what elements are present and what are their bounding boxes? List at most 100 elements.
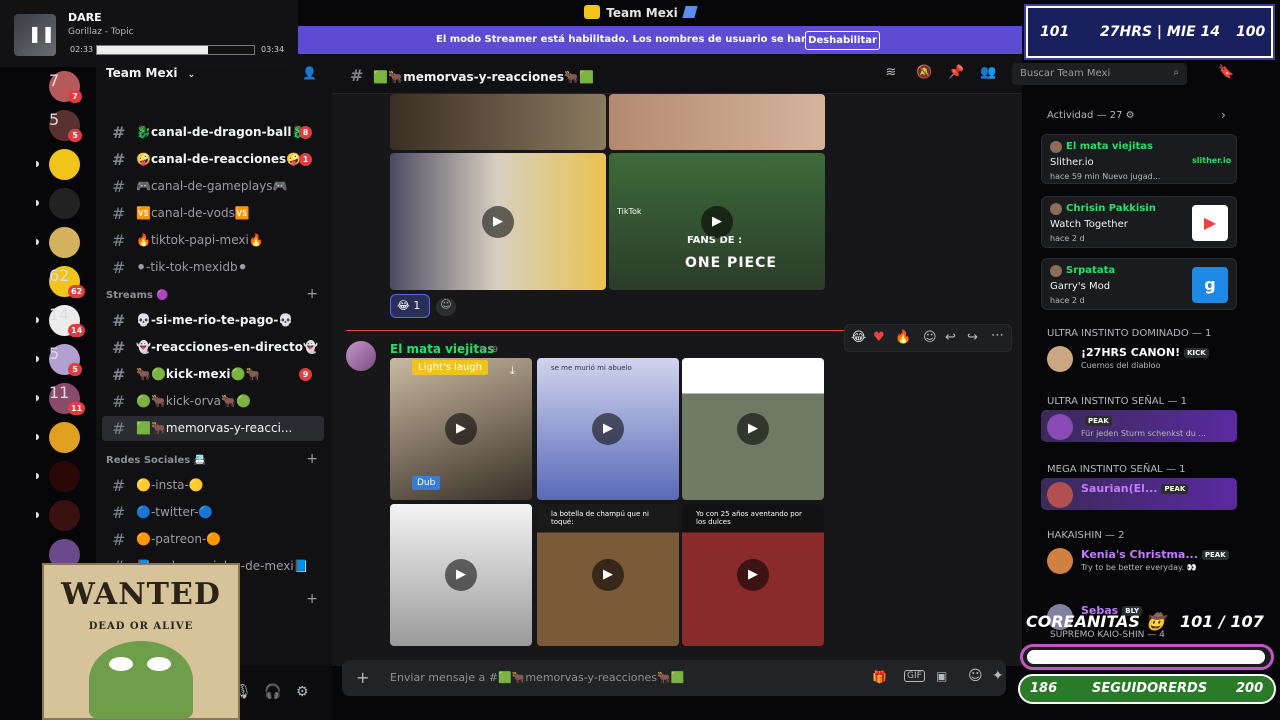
download-icon[interactable]: ⤓ xyxy=(510,364,515,378)
activity-user: El mata viejitas xyxy=(1066,141,1153,152)
heart-reaction-icon[interactable]: ♥ xyxy=(873,330,885,345)
server-header[interactable]: Team Mexi ⌄ xyxy=(106,66,195,80)
progress-bar[interactable] xyxy=(96,45,255,55)
channel-item[interactable]: # 🎮canal-de-gameplays🎮 xyxy=(102,174,324,199)
reaction-count: 1 xyxy=(413,299,421,312)
media-attachment[interactable]: ▶ Yo con 25 años aventando por los dulces xyxy=(682,504,824,646)
settings-gear-icon[interactable]: ⚙ xyxy=(296,684,309,700)
channel-badge: 8 xyxy=(299,126,312,139)
channel-item[interactable]: # 🐂🟢kick-mexi🟢🐂 9 xyxy=(102,362,324,387)
channel-item[interactable]: # 🆚canal-de-vods🆚 xyxy=(102,201,324,226)
hash-icon: # xyxy=(112,177,126,196)
apps-icon[interactable]: ✦ xyxy=(992,668,1004,684)
avatar xyxy=(1047,482,1073,508)
media-tag: Light's laugh xyxy=(412,360,489,375)
sticker-icon[interactable]: ▣ xyxy=(936,669,947,683)
disable-streamer-button[interactable]: Deshabilitar xyxy=(805,31,880,50)
media-attachment[interactable]: ▶ xyxy=(390,504,532,646)
members-icon[interactable]: 👥 xyxy=(980,66,996,80)
server-icon[interactable] xyxy=(49,227,80,258)
media-attachment[interactable]: ▶ la botella de champú que ni toqué: xyxy=(537,504,679,646)
message-author[interactable]: El mata viejitas xyxy=(390,342,494,356)
channel-item[interactable]: # ⚫-tik-tok-mexidb⚫ xyxy=(102,255,324,280)
prev-media-1[interactable] xyxy=(390,94,606,150)
reaction-button[interactable]: 😂 1 xyxy=(390,294,430,318)
channel-item[interactable]: # 🤪canal-de-reacciones🤪 1 xyxy=(102,147,324,172)
server-icon[interactable] xyxy=(49,500,80,531)
media-attachment[interactable]: ▶ Tantas personas y se puso a explicar la… xyxy=(682,358,824,500)
add-reaction-icon[interactable]: ☺ xyxy=(923,330,937,345)
category-streams[interactable]: Streams 🟣 xyxy=(106,290,169,301)
gift-icon[interactable]: 🎁 xyxy=(872,670,887,684)
activity-card[interactable]: Chrisin Pakkisin Watch Together hace 2 d ▶ xyxy=(1041,196,1237,248)
threads-icon[interactable]: ≋ xyxy=(884,66,898,80)
inbox-icon[interactable]: 🔖 xyxy=(1218,66,1234,80)
forward-icon[interactable]: ↪ xyxy=(967,330,978,345)
emoji-icon[interactable]: ☺ xyxy=(968,668,983,684)
reply-icon[interactable]: ↩ xyxy=(945,330,956,345)
channel-item[interactable]: # 💀-si-me-rio-te-pago-💀 xyxy=(102,308,324,333)
member-row[interactable]: PEAK Für jeden Sturm schenkst du ... xyxy=(1041,410,1237,442)
fire-reaction-icon[interactable]: 🔥 xyxy=(895,330,911,345)
channel-item[interactable]: # 🟢🐂kick-orva🐂🟢 xyxy=(102,389,324,414)
prev-media-2[interactable] xyxy=(609,94,825,150)
media-attachment[interactable]: ▶ se me murió mi abuelo xyxy=(537,358,679,500)
add-reaction-icon[interactable]: ☺ xyxy=(436,298,456,316)
member-row[interactable]: Kenia's Christma... PEAK Try to be better … xyxy=(1041,544,1237,576)
server-icon[interactable] xyxy=(49,422,80,453)
message-input[interactable]: + Enviar mensaje a #🟩🐂memorvas-y-reaccio… xyxy=(342,660,1006,696)
hash-icon: # xyxy=(112,476,126,495)
channel-header: # 🟩🐂memorvas-y-reacciones🐂🟩 ≋ 🔕 📌 👥 Busca… xyxy=(332,54,1234,94)
upload-plus-icon[interactable]: + xyxy=(356,668,369,687)
add-channel-icon[interactable]: + xyxy=(306,286,318,302)
server-icon[interactable] xyxy=(49,149,80,180)
mute-icon[interactable]: 🔕 xyxy=(916,66,932,80)
avatar xyxy=(1047,548,1073,574)
member-tag: PEAK xyxy=(1085,416,1112,426)
unread-pip xyxy=(36,200,39,206)
play-icon: ▶ xyxy=(737,559,769,591)
play-icon: ▶ xyxy=(445,559,477,591)
gear-icon[interactable]: ⚙ xyxy=(1126,110,1135,121)
activity-card[interactable]: El mata viejitas Slither.io hace 59 min Nu… xyxy=(1041,134,1237,184)
reaction-emoji: 😂 xyxy=(397,299,410,312)
channel-badge: 1 xyxy=(299,153,312,166)
media-attachment[interactable]: ▶ Light's laugh Dub ⤓ xyxy=(390,358,532,500)
elapsed-time: 02:33 xyxy=(70,45,94,54)
channel-item[interactable]: # 🟡-insta-🟡 xyxy=(102,473,324,498)
server-icon[interactable] xyxy=(49,461,80,492)
pin-icon[interactable]: 📌 xyxy=(948,66,964,80)
chevron-right-icon[interactable]: › xyxy=(1221,108,1226,122)
channel-item[interactable]: # 👻-reacciones-en-directo👻 xyxy=(102,335,324,360)
avatar[interactable] xyxy=(346,341,376,371)
search-input[interactable]: Buscar Team Mexi ⌕ xyxy=(1012,63,1187,85)
invite-icon[interactable]: 👤 xyxy=(302,66,317,80)
gif-icon[interactable]: GIF xyxy=(904,670,925,682)
channel-item[interactable]: # 🟩🐂memorvas-y-reacci... xyxy=(102,416,324,441)
server-badge: 62 xyxy=(68,285,86,298)
channel-item[interactable]: # 🔵-twitter-🔵 xyxy=(102,500,324,525)
channel-item[interactable]: # 🟠-patreon-🟠 xyxy=(102,527,324,552)
server-icon[interactable] xyxy=(49,188,80,219)
channel-label: 🐂🟢kick-mexi🟢🐂 xyxy=(136,367,261,381)
media-badge: Dub xyxy=(412,476,441,490)
prev-media-3[interactable]: ▶ xyxy=(390,153,606,290)
add-channel-icon[interactable]: + xyxy=(306,591,318,607)
more-icon[interactable]: ⋯ xyxy=(991,328,1004,343)
channel-item[interactable]: # 🐉canal-de-dragon-ball🐉 8 xyxy=(102,120,324,145)
frog-image xyxy=(89,641,193,719)
goal-count: 101 / 107 xyxy=(1180,612,1264,631)
member-row[interactable]: Saurian(El... PEAK xyxy=(1041,478,1237,510)
activity-card[interactable]: Srpatata Garry's Mod hace 2 d g xyxy=(1041,258,1237,310)
add-channel-icon[interactable]: + xyxy=(306,451,318,467)
headphones-icon[interactable]: 🎧 xyxy=(264,684,281,700)
category-social[interactable]: Redes Sociales 📇 xyxy=(106,455,206,466)
channel-label: 🟠-patreon-🟠 xyxy=(136,532,222,546)
member-row[interactable]: ¡27HRS CANON! KICK Cuernos del diabloo xyxy=(1041,342,1237,374)
pause-icon[interactable]: ❚❚ xyxy=(28,24,55,43)
message-time: 0:59 xyxy=(480,345,498,354)
channel-item[interactable]: # 🔥tiktok-papi-mexi🔥 xyxy=(102,228,324,253)
prev-media-4[interactable]: TikTok FANS DE : ONE PIECE ▶ xyxy=(609,153,825,290)
avatar xyxy=(1047,414,1073,440)
laugh-reaction-icon[interactable]: 😂 xyxy=(851,330,866,345)
